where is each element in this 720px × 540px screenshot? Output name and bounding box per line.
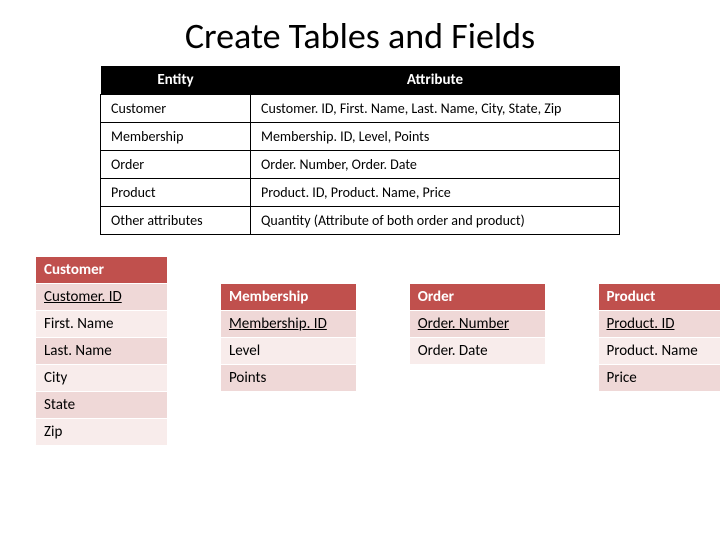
th-attribute: Attribute xyxy=(251,66,620,95)
table-row: Customer Customer. ID, First. Name, Last… xyxy=(101,95,620,123)
column-header: Product xyxy=(599,284,720,311)
cell-entity: Product xyxy=(101,179,251,207)
field-label: Product. Name xyxy=(607,342,698,360)
field-label-pk: Customer. ID xyxy=(44,288,122,306)
field-label: Last. Name xyxy=(44,342,112,360)
cell-entity: Membership xyxy=(101,123,251,151)
field-label-pk: Product. ID xyxy=(607,315,675,333)
list-item: Product. Name xyxy=(599,338,720,365)
column-header: Membership xyxy=(221,284,356,311)
cell-attribute: Order. Number, Order. Date xyxy=(251,151,620,179)
cell-attribute: Product. ID, Product. Name, Price xyxy=(251,179,620,207)
th-entity: Entity xyxy=(101,66,251,95)
table-row: Product Product. ID, Product. Name, Pric… xyxy=(101,179,620,207)
list-item: Membership. ID xyxy=(221,311,356,338)
field-label: Level xyxy=(229,342,260,360)
field-label-pk: Order. Number xyxy=(418,315,509,333)
field-label: First. Name xyxy=(44,315,114,333)
column-product: Product Product. ID Product. Name Price xyxy=(599,284,720,392)
table-row: Order Order. Number, Order. Date xyxy=(101,151,620,179)
field-label: State xyxy=(44,396,75,414)
table-row: Membership Membership. ID, Level, Points xyxy=(101,123,620,151)
cell-attribute: Customer. ID, First. Name, Last. Name, C… xyxy=(251,95,620,123)
field-label: Order. Date xyxy=(418,342,488,360)
list-item: Zip xyxy=(36,419,167,446)
page-title: Create Tables and Fields xyxy=(0,0,720,66)
list-item: Last. Name xyxy=(36,338,167,365)
cell-entity: Customer xyxy=(101,95,251,123)
column-order: Order Order. Number Order. Date xyxy=(410,284,545,365)
list-item: Points xyxy=(221,365,356,392)
list-item: State xyxy=(36,392,167,419)
field-label: Price xyxy=(607,369,637,387)
column-customer: Customer Customer. ID First. Name Last. … xyxy=(36,257,167,446)
column-header: Customer xyxy=(36,257,167,284)
cell-attribute: Quantity (Attribute of both order and pr… xyxy=(251,207,620,235)
field-label: City xyxy=(44,369,67,387)
list-item: Order. Date xyxy=(410,338,545,365)
list-item: Price xyxy=(599,365,720,392)
cell-entity: Order xyxy=(101,151,251,179)
field-columns-grid: Customer Customer. ID First. Name Last. … xyxy=(36,257,720,446)
field-label-pk: Membership. ID xyxy=(229,315,327,333)
cell-attribute: Membership. ID, Level, Points xyxy=(251,123,620,151)
entity-attribute-table: Entity Attribute Customer Customer. ID, … xyxy=(100,66,620,235)
column-header: Order xyxy=(410,284,545,311)
field-label: Zip xyxy=(44,423,62,441)
list-item: Customer. ID xyxy=(36,284,167,311)
column-membership: Membership Membership. ID Level Points xyxy=(221,284,356,392)
list-item: City xyxy=(36,365,167,392)
list-item: Order. Number xyxy=(410,311,545,338)
list-item: Product. ID xyxy=(599,311,720,338)
cell-entity: Other attributes xyxy=(101,207,251,235)
field-label: Points xyxy=(229,369,266,387)
list-item: First. Name xyxy=(36,311,167,338)
table-row: Other attributes Quantity (Attribute of … xyxy=(101,207,620,235)
list-item: Level xyxy=(221,338,356,365)
